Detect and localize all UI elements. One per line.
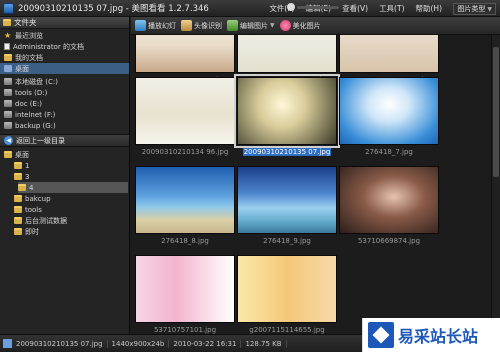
chevron-down-icon: ▼ (270, 22, 275, 29)
title-bar: 20090310210135 07.jpg - 美图看看 1.2.7.346 文… (0, 0, 500, 17)
drive-icon (4, 122, 12, 129)
thumbnail-filename: g2007115114655.jpg (249, 326, 325, 334)
thumbnail-caption: g2007115114655.jpg (237, 326, 337, 334)
drive-e[interactable]: doc (E:) (4, 98, 129, 109)
drive-f[interactable]: intelnet (F:) (4, 109, 129, 120)
folder-icon (14, 206, 22, 213)
thumbnail-filename: 53710757101.jpg (153, 326, 217, 334)
app-icon (3, 2, 14, 14)
slideshow-button[interactable]: 播放幻灯 (135, 20, 176, 31)
folder-icon (18, 184, 26, 191)
thumbnail-image[interactable] (234, 74, 340, 148)
thumbnail-filename: 276418_7.jpg (365, 148, 413, 156)
beautify-button[interactable]: 美化图片 (279, 20, 321, 31)
status-filename: 20090310210135 07.jpg (12, 339, 108, 348)
thumbnail-image[interactable] (135, 35, 235, 73)
folder-icon (4, 151, 12, 158)
watermark-text: 易采站长站 (398, 327, 479, 346)
sidebar-item-my-docs[interactable]: 我的文档 (4, 52, 129, 63)
drive-icon (4, 78, 12, 85)
tree-item-selected[interactable]: 4 (18, 182, 128, 193)
tree-item[interactable]: bakcup (4, 193, 129, 204)
slideshow-icon (135, 20, 146, 31)
thumbnail-image[interactable] (135, 255, 235, 323)
drive-c[interactable]: 本地磁盘 (C:) (4, 76, 129, 87)
folder-icon (14, 195, 22, 202)
thumbnail-image[interactable] (135, 166, 235, 234)
image-file-icon (3, 339, 12, 348)
thumbnail-caption: 276418_9.jpg (237, 237, 337, 245)
star-icon: ★ (4, 30, 12, 40)
thumbnail-caption: 276418_7.jpg (339, 148, 439, 156)
status-size: 128.75 KB (241, 339, 287, 348)
thumbnail-caption: 276418_8.jpg (135, 237, 235, 245)
thumbnail-filename: 53710669874.jpg (357, 237, 421, 245)
edit-image-button[interactable]: 编辑图片 ▼ (227, 20, 275, 31)
thumbnail-filename: 276418_9.jpg (263, 237, 311, 245)
tree-item[interactable]: 即时 (4, 226, 129, 237)
chevron-down-icon: ▼ (487, 5, 492, 13)
back-arrow-icon: ◀ (4, 136, 13, 145)
drive-icon (4, 89, 12, 96)
beautify-icon (279, 20, 291, 31)
zoom-slider[interactable] (297, 6, 339, 9)
thumbnail-caption: 20090310210135 07.jpg (237, 148, 337, 156)
thumbnail-filename: 20090310210135 07.jpg (242, 148, 332, 156)
thumbnail-image[interactable] (339, 77, 439, 145)
tree-item[interactable]: 后台测试数据 (4, 215, 129, 226)
folder-sidebar: 文件夹 ★ 最近浏览 Administrator 的文档 我的文档 桌面 本地磁… (0, 17, 130, 334)
thumbnail-image[interactable] (135, 77, 235, 145)
tree-root-desktop[interactable]: 桌面 (4, 149, 129, 160)
menu-tools[interactable]: 工具(T) (379, 3, 404, 14)
face-recognition-button[interactable]: 头像识别 (181, 20, 222, 31)
folder-icon (14, 228, 22, 235)
folder-icon (4, 54, 12, 61)
folder-icon (14, 162, 22, 169)
sidebar-item-admin-docs[interactable]: Administrator 的文档 (4, 41, 129, 52)
folder-icon (3, 19, 11, 26)
tree-item[interactable]: 1 (4, 160, 129, 171)
folders-header: 文件夹 (0, 17, 129, 29)
face-icon (181, 20, 192, 31)
drive-icon (4, 111, 12, 118)
thumbnail-caption: 53710669874.jpg (339, 237, 439, 245)
drive-g[interactable]: backup (G:) (4, 120, 129, 131)
document-icon (4, 43, 10, 50)
logo-icon (368, 322, 394, 348)
folder-icon (14, 217, 22, 224)
tree-item[interactable]: tools (4, 204, 129, 215)
thumbnail-image[interactable] (237, 35, 337, 73)
back-to-parent-button[interactable]: ◀ 返回上一级目录 (0, 134, 129, 147)
sidebar-item-desktop[interactable]: 桌面 (0, 63, 129, 74)
folder-icon (14, 173, 22, 180)
scroll-thumb[interactable] (493, 47, 499, 177)
watermark: 易采站长站 (362, 318, 500, 352)
scrollbar[interactable] (491, 35, 500, 334)
thumbnail-caption: 20090310210134 96.jpg (135, 148, 235, 156)
thumbnail-image[interactable] (237, 255, 337, 323)
drive-d[interactable]: tools (D:) (4, 87, 129, 98)
window-title: 20090310210135 07.jpg - 美图看看 1.2.7.346 (18, 4, 209, 14)
desktop-icon (4, 65, 12, 72)
tree-item[interactable]: 3 (4, 171, 129, 182)
drive-icon (4, 100, 12, 107)
status-date: 2010-03-22 16:31 (169, 339, 242, 348)
thumbnail-image[interactable] (339, 166, 439, 234)
image-type-button[interactable]: 图片类型 ▼ (453, 3, 496, 15)
thumbnail-grid: 2007102992544128.jpg20090310210132 88.jp… (131, 35, 491, 334)
thumbnail-image[interactable] (339, 35, 439, 73)
thumbnail-caption: 53710757101.jpg (135, 326, 235, 334)
sidebar-item-recent[interactable]: ★ 最近浏览 (4, 30, 129, 41)
menu-view[interactable]: 查看(V) (342, 3, 368, 14)
thumbnail-filename: 20090310210134 96.jpg (141, 148, 229, 156)
thumbnail-image[interactable] (237, 166, 337, 234)
menu-help[interactable]: 帮助(H) (416, 3, 443, 14)
edit-icon (227, 20, 238, 31)
status-dimensions: 1440x900x24b (108, 339, 170, 348)
toolbar: 播放幻灯 头像识别 编辑图片 ▼ 美化图片 (131, 17, 500, 35)
zoom-slider-knob[interactable] (287, 3, 295, 11)
thumbnail-filename: 276418_8.jpg (161, 237, 209, 245)
menu-bar: 文件(F) 编辑(E) 查看(V) 工具(T) 帮助(H) (269, 0, 442, 17)
